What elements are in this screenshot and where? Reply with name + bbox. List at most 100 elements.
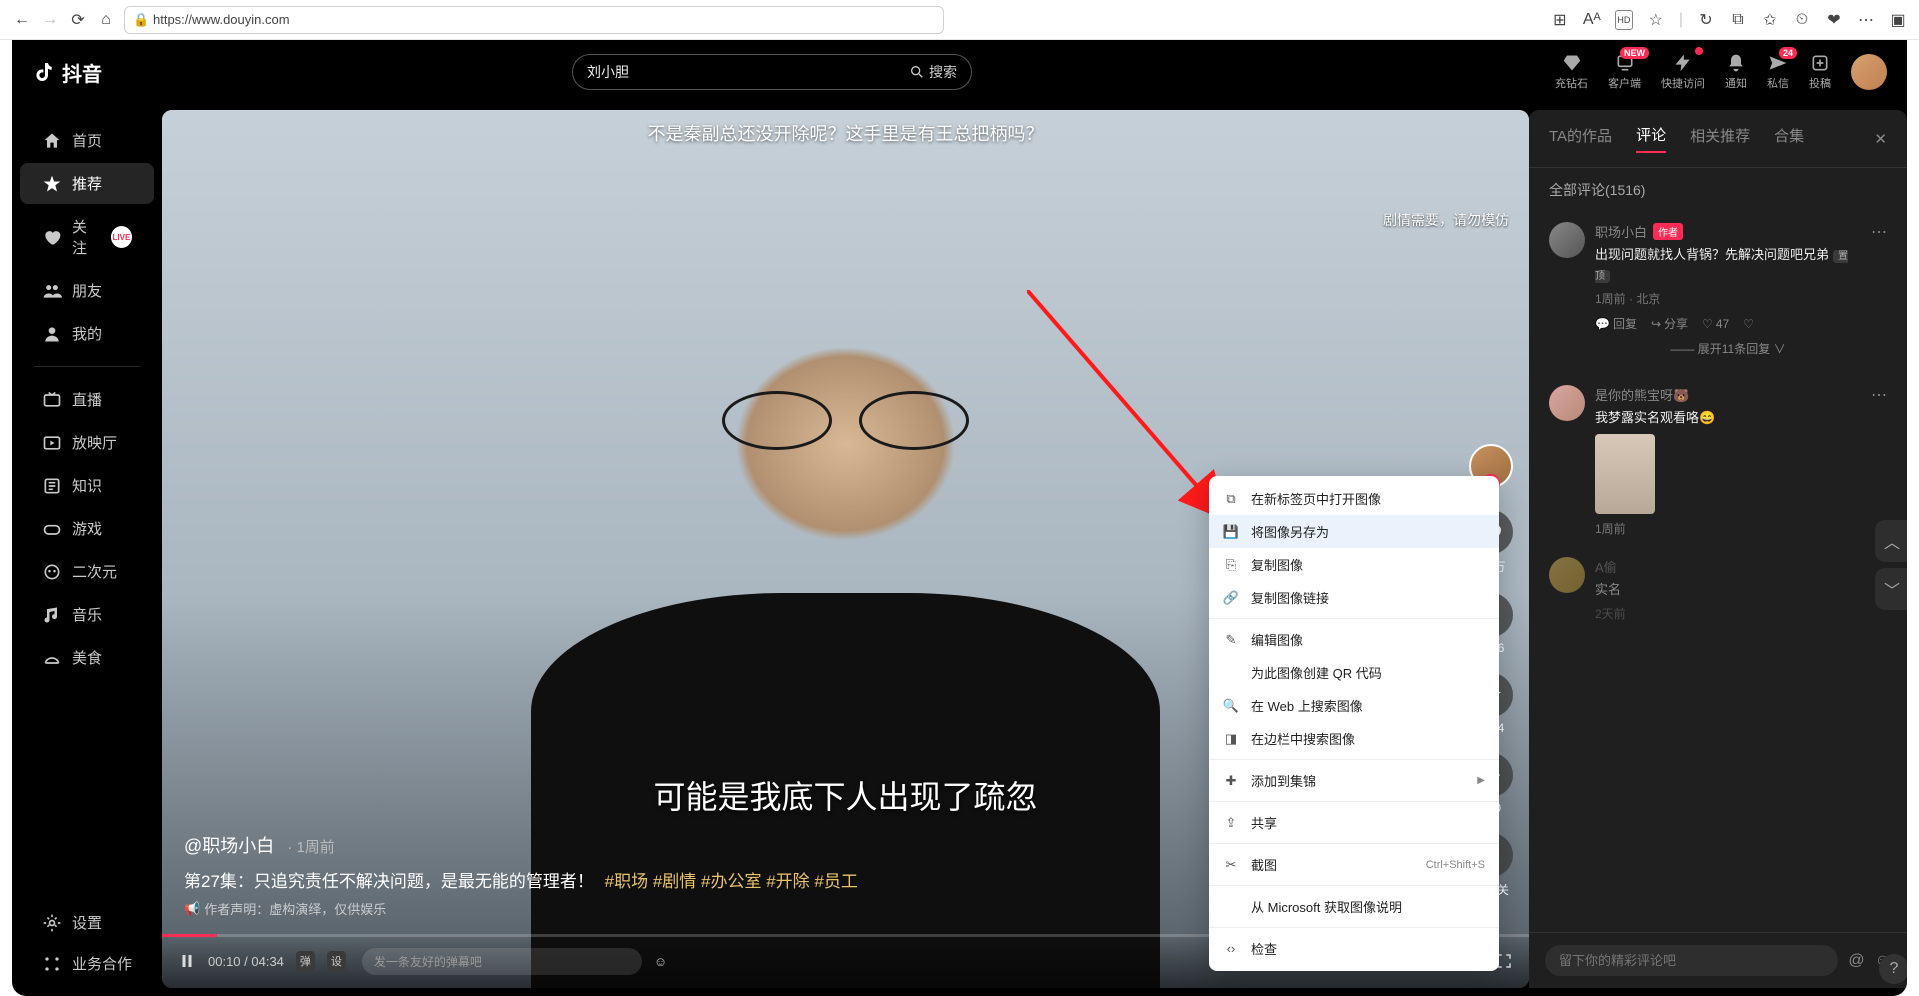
video-title: 第27集：只追究责任不解决问题，是最无能的管理者！ #职场 #剧情 #办公室 #…	[184, 867, 858, 892]
refresh-icon[interactable]: ⟳	[68, 10, 88, 30]
comment-avatar[interactable]	[1549, 385, 1585, 421]
header-quick[interactable]: 快捷访问	[1661, 53, 1705, 91]
hd-icon[interactable]: HD	[1615, 10, 1633, 30]
next-video-button[interactable]: ﹀	[1875, 568, 1907, 610]
warning-text: 剧情需要，请勿模仿	[1383, 210, 1509, 230]
sidebar-item-game[interactable]: 游戏	[20, 508, 154, 549]
tab-related[interactable]: 相关推荐	[1690, 125, 1750, 152]
dislike-comment-button[interactable]: ♡	[1743, 317, 1754, 331]
sidebar-toggle-icon[interactable]: ▣	[1889, 10, 1907, 30]
sidebar-item-friends[interactable]: 朋友	[20, 270, 154, 311]
sidebar-item-live[interactable]: 直播	[20, 379, 154, 420]
user-avatar[interactable]	[1851, 54, 1887, 90]
ctx-share[interactable]: ⇪共享	[1209, 806, 1499, 839]
sidebar: 首页 推荐 关注LIVE 朋友 我的 直播 放映厅 知识 游戏 二次元 音乐 美…	[12, 40, 162, 996]
sidebar-item-knowledge[interactable]: 知识	[20, 465, 154, 506]
comment-avatar[interactable]	[1549, 557, 1585, 593]
danmu-settings[interactable]: 设	[327, 951, 346, 971]
ctx-edit[interactable]: ✎编辑图像	[1209, 623, 1499, 656]
close-panel-button[interactable]: ✕	[1874, 130, 1887, 148]
sidebar-item-follow[interactable]: 关注LIVE	[20, 206, 154, 268]
save-icon: 💾	[1223, 524, 1239, 540]
ctx-search[interactable]: 🔍在 Web 上搜索图像	[1209, 689, 1499, 722]
extensions-icon[interactable]: ⧉	[1729, 10, 1747, 30]
sync-icon[interactable]: ↻	[1697, 10, 1715, 30]
sidebar-item-acg[interactable]: 二次元	[20, 551, 154, 592]
share-comment-button[interactable]: ↪ 分享	[1651, 315, 1688, 332]
share-icon: ⇪	[1223, 815, 1239, 831]
ctx-sidebar[interactable]: ◨在边栏中搜索图像	[1209, 722, 1499, 755]
search-bar[interactable]: 搜索	[572, 54, 972, 90]
header-dm[interactable]: 私信24	[1767, 53, 1789, 91]
favorites-icon[interactable]: ✩	[1761, 10, 1779, 30]
help-button[interactable]: ?	[1879, 954, 1907, 984]
app-root: 抖音 搜索 充钻石 客户端NEW 快捷访问 通知 私信24 投稿 首页 推荐 关…	[12, 40, 1907, 996]
sidebar-item-recommend[interactable]: 推荐	[20, 163, 154, 204]
sidebar-item-music[interactable]: 音乐	[20, 594, 154, 635]
sidebar-item-settings[interactable]: 设置	[20, 902, 154, 943]
search-input[interactable]	[587, 64, 909, 80]
comment-item: 职场小白作者 出现问题就找人背锅？先解决问题吧兄弟置顶 1周前 · 北京 💬 回…	[1529, 212, 1907, 375]
comments-panel: TA的作品 评论 相关推荐 合集 ✕ 全部评论(1516) 职场小白作者 出现问…	[1529, 110, 1907, 988]
address-bar[interactable]: 🔒 https://www.douyin.com	[124, 6, 944, 34]
tab-comments[interactable]: 评论	[1636, 124, 1666, 153]
ctx-save[interactable]: 💾将图像另存为	[1209, 515, 1499, 548]
search-button[interactable]: 搜索	[909, 62, 957, 82]
tab-collection[interactable]: 合集	[1774, 125, 1804, 152]
comment-image[interactable]	[1595, 434, 1655, 514]
star-icon[interactable]: ☆	[1647, 10, 1665, 30]
ctx-copy[interactable]: ⎘复制图像	[1209, 548, 1499, 581]
expand-replies[interactable]: —— 展开11条回复 ∨	[1595, 332, 1861, 365]
live-badge-icon: LIVE	[111, 226, 132, 248]
forward-icon[interactable]: →	[40, 10, 60, 30]
prev-video-button[interactable]: ︿	[1875, 520, 1907, 562]
copy-icon: ⎘	[1223, 557, 1239, 573]
blank-icon	[1223, 665, 1239, 681]
history-icon[interactable]: ⏲	[1793, 10, 1811, 30]
ctx-open[interactable]: ⧉在新标签页中打开图像	[1209, 482, 1499, 515]
collections-icon[interactable]: ❤	[1825, 10, 1843, 30]
at-icon[interactable]: @	[1848, 952, 1864, 970]
ctx-item[interactable]: 从 Microsoft 获取图像说明	[1209, 890, 1499, 923]
sidebar-item-cinema[interactable]: 放映厅	[20, 422, 154, 463]
ctx-item[interactable]: 为此图像创建 QR 代码	[1209, 656, 1499, 689]
header-notify[interactable]: 通知	[1725, 53, 1747, 91]
douyin-icon	[32, 60, 56, 84]
tab-works[interactable]: TA的作品	[1549, 125, 1612, 152]
comment-more-icon[interactable]: ⋯	[1871, 222, 1887, 365]
lock-icon: 🔒	[133, 12, 147, 28]
comment-more-icon[interactable]: ⋯	[1871, 385, 1887, 537]
danmu-input[interactable]: 发一条友好的弹幕吧	[362, 948, 642, 975]
like-comment-button[interactable]: ♡ 47	[1702, 317, 1729, 331]
danmu-toggle[interactable]: 弹	[296, 951, 315, 971]
ctx-collect[interactable]: ✚添加到集锦▶	[1209, 764, 1499, 797]
sidebar-item-home[interactable]: 首页	[20, 120, 154, 161]
header-diamond[interactable]: 充钻石	[1555, 53, 1588, 91]
sidebar-item-biz[interactable]: 业务合作	[20, 943, 154, 984]
browser-toolbar: ← → ⟳ ⌂ 🔒 https://www.douyin.com ⊞ Aᴬ HD…	[0, 0, 1919, 40]
ctx-shot[interactable]: ✂截图Ctrl+Shift+S	[1209, 848, 1499, 881]
back-icon[interactable]: ←	[12, 10, 32, 30]
text-size-icon[interactable]: Aᴬ	[1583, 10, 1601, 30]
home-icon[interactable]: ⌂	[96, 10, 116, 30]
author-line[interactable]: @职场小白 · 1周前	[184, 832, 335, 858]
comment-input[interactable]	[1545, 945, 1838, 976]
comment-item: 是你的熊宝呀🐻 我梦露实名观看咯😄 1周前 ⋯	[1529, 375, 1907, 547]
hashtags[interactable]: #职场 #剧情 #办公室 #开除 #员工	[605, 872, 858, 891]
app-icon[interactable]: ⊞	[1551, 10, 1569, 30]
sidebar-item-mine[interactable]: 我的	[20, 313, 154, 354]
ctx-inspect[interactable]: ‹›检查	[1209, 932, 1499, 965]
reply-button[interactable]: 💬 回复	[1595, 315, 1637, 332]
emoji-button[interactable]: ☺	[654, 954, 667, 969]
header-post[interactable]: 投稿	[1809, 53, 1831, 91]
comment-avatar[interactable]	[1549, 222, 1585, 258]
collect-icon: ✚	[1223, 773, 1239, 789]
header-client[interactable]: 客户端NEW	[1608, 53, 1641, 91]
sidebar-item-food[interactable]: 美食	[20, 637, 154, 678]
disclaimer: 📢 作者声明：虚构演绎，仅供娱乐	[184, 899, 386, 918]
pause-button[interactable]	[178, 952, 196, 970]
logo[interactable]: 抖音	[32, 58, 102, 87]
ctx-link[interactable]: 🔗复制图像链接	[1209, 581, 1499, 614]
more-icon[interactable]: ⋯	[1857, 10, 1875, 30]
top-caption: 不是秦副总还没开除呢？这手里是有王总把柄吗？	[162, 120, 1529, 146]
